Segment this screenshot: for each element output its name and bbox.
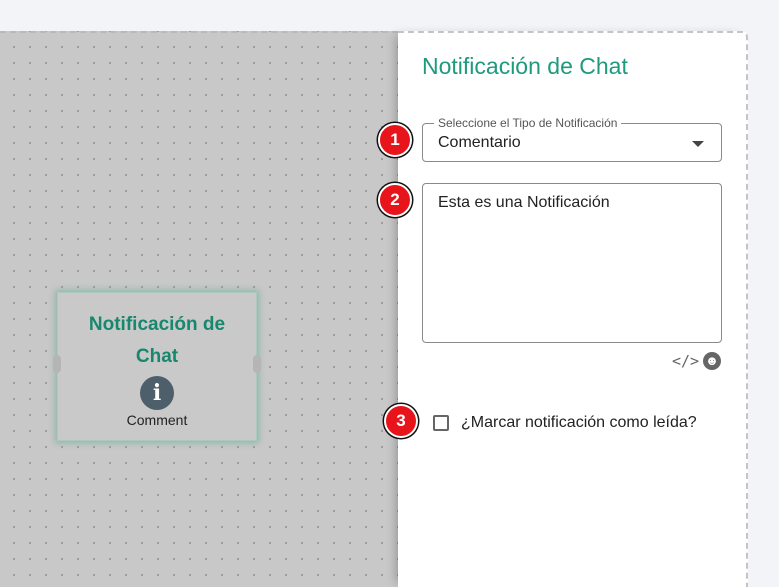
node-output-port[interactable] xyxy=(253,355,261,373)
code-icon[interactable]: </> xyxy=(672,352,699,370)
info-icon: i xyxy=(140,376,174,410)
select-legend: Seleccione el Tipo de Notificación xyxy=(434,116,622,130)
select-value: Comentario xyxy=(438,134,521,151)
node-title: Notificación de Chat xyxy=(88,314,226,367)
step-marker-3: 3 xyxy=(384,404,418,438)
mark-read-label[interactable]: ¿Marcar notificación como leída? xyxy=(461,414,697,432)
chat-notification-node[interactable]: Notificación de Chat i Comment xyxy=(53,292,261,441)
node-input-port[interactable] xyxy=(53,355,61,373)
workflow-canvas[interactable]: Notificación de Chat i Comment xyxy=(0,31,398,587)
message-textarea[interactable]: Esta es una Notificación xyxy=(422,183,722,343)
caret-down-icon[interactable] xyxy=(692,141,704,147)
notification-type-select[interactable]: Seleccione el Tipo de Notificación Comen… xyxy=(422,116,722,162)
node-label: Comment xyxy=(126,412,188,428)
step-marker-2: 2 xyxy=(378,183,412,217)
mark-read-checkbox[interactable] xyxy=(433,415,449,431)
step-marker-1: 1 xyxy=(378,123,412,157)
properties-panel: Notificación de Chat Seleccione el Tipo … xyxy=(398,31,748,587)
panel-title: Notificación de Chat xyxy=(422,53,628,79)
emoji-icon[interactable]: ☻ xyxy=(703,352,721,370)
